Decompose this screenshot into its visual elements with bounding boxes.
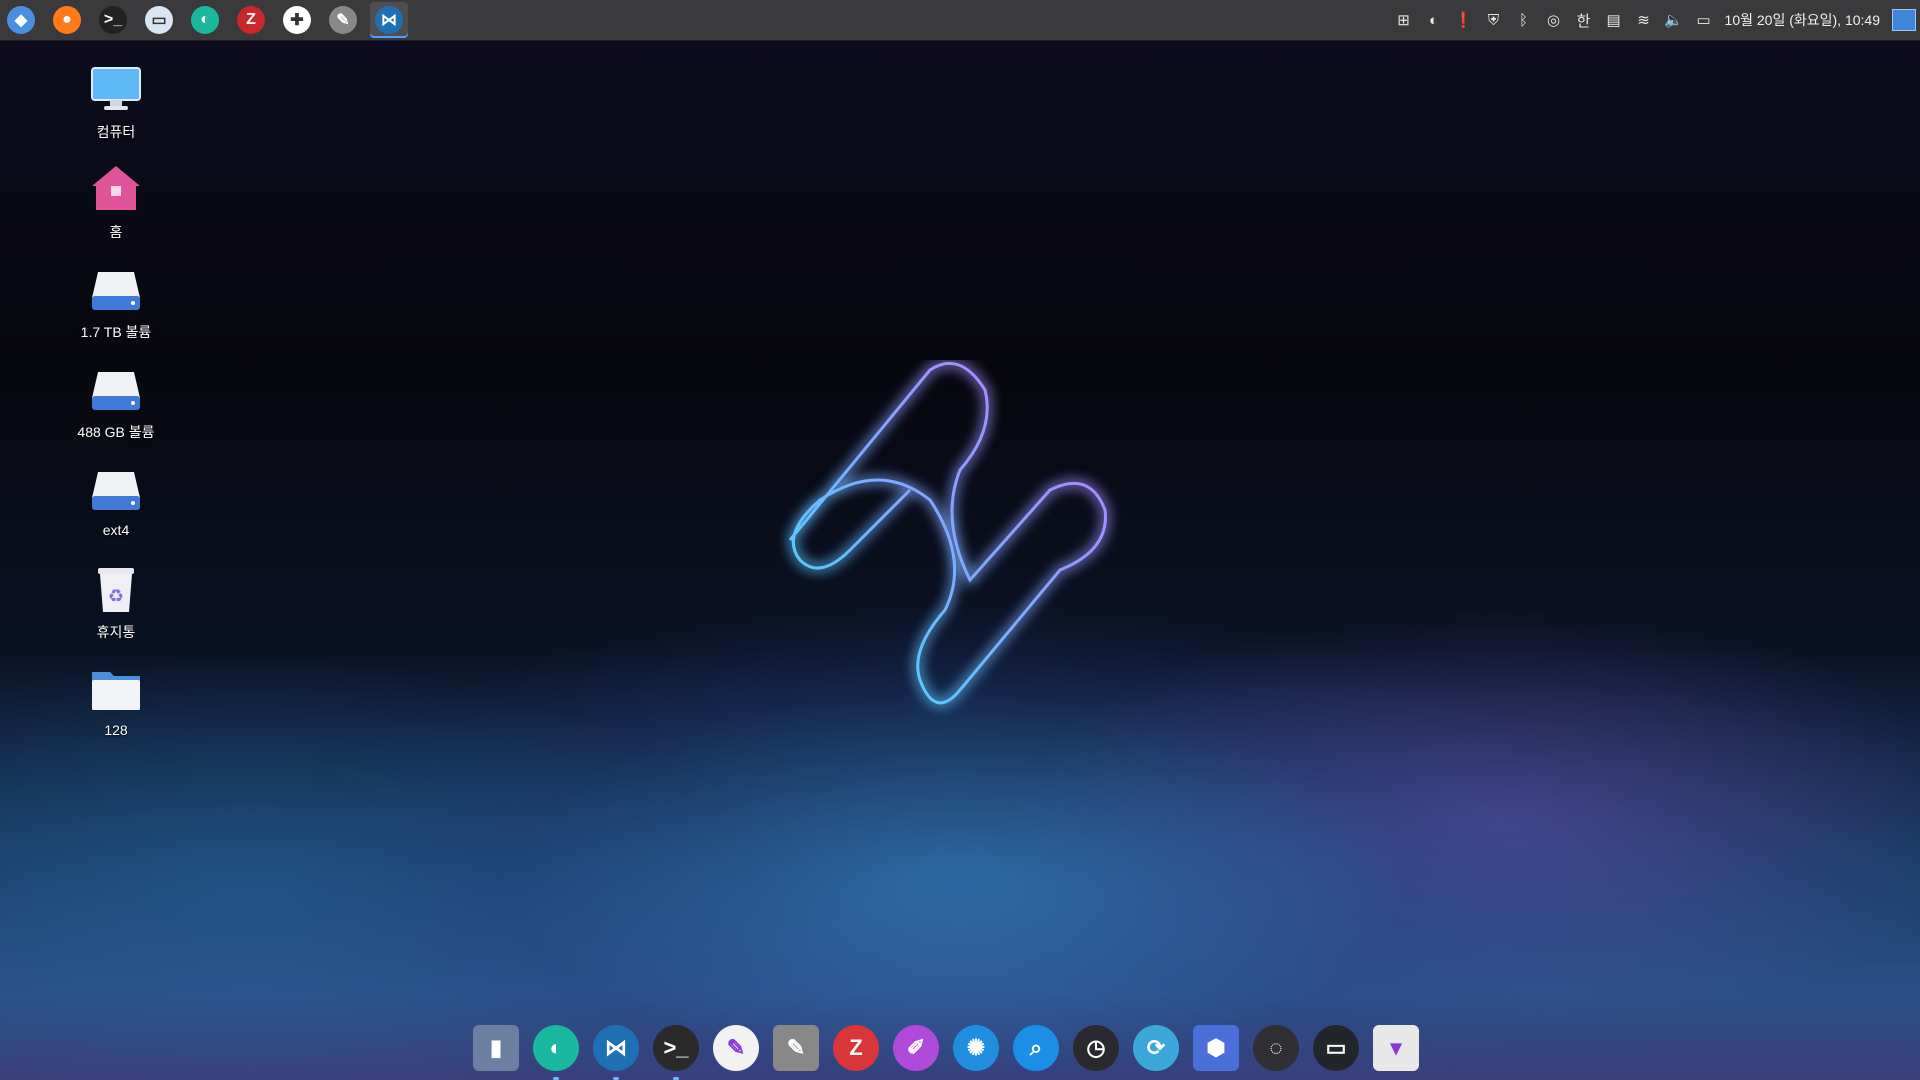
tray-icons: ⊞ ◐ ❗ ⛨ ᛒ ◎ 한 ▤ ≋ 🔈 ▭ — [1385, 9, 1715, 31]
firefox-icon: ● — [53, 6, 81, 34]
terminal-icon: >_ — [99, 6, 127, 34]
tray-icon-3[interactable]: ⛨ — [1483, 9, 1505, 31]
desktop-icon-folder[interactable]: 128 — [66, 662, 166, 738]
system-monitor-icon: ▮ — [473, 1025, 519, 1071]
launcher-files[interactable]: ▭ — [140, 2, 178, 38]
dock-item-paint[interactable]: ✐ — [890, 1022, 942, 1074]
desktop-icon-label: ext4 — [102, 522, 130, 538]
computer-icon — [88, 62, 144, 116]
dock-item-system-monitor[interactable]: ▮ — [470, 1022, 522, 1074]
tray-icon-6[interactable]: 한 — [1573, 9, 1595, 31]
dashboard-icon: ◷ — [1073, 1025, 1119, 1071]
desktop-icon-drive[interactable]: ext4 — [66, 462, 166, 538]
dock-item-naver-whale[interactable]: ◐ — [530, 1022, 582, 1080]
svg-text:♻: ♻ — [108, 586, 124, 606]
desktop-icon-label: 컴퓨터 — [96, 124, 136, 140]
tray-icon-2[interactable]: ❗ — [1453, 9, 1475, 31]
desktop-icon-computer[interactable]: 컴퓨터 — [66, 62, 166, 142]
desktop-icon-drive[interactable]: 1.7 TB 볼륨 — [66, 262, 166, 342]
filezilla-icon: Z — [237, 6, 265, 34]
tray-icon-5[interactable]: ◎ — [1543, 9, 1565, 31]
dock-item-spinner[interactable]: ◌ — [1250, 1022, 1302, 1074]
cubes-icon: ⬢ — [1193, 1025, 1239, 1071]
slack-icon: ✚ — [283, 6, 311, 34]
tray-icon-1[interactable]: ◐ — [1423, 9, 1445, 31]
rainbow-tool-icon: ✎ — [773, 1025, 819, 1071]
desktop-icon-label: 488 GB 볼륨 — [77, 424, 155, 440]
dock-item-filezilla[interactable]: Z — [830, 1022, 882, 1074]
dock-item-rainbow-tool[interactable]: ✎ — [770, 1022, 822, 1074]
launcher-rainbow-tool[interactable]: ✎ — [324, 2, 362, 38]
launcher-vscode[interactable]: ⋈ — [370, 2, 408, 38]
launcher-naver-whale[interactable]: ◐ — [186, 2, 224, 38]
tray-icon-7[interactable]: ▤ — [1603, 9, 1625, 31]
desktop-icon-label: 홈 — [109, 224, 123, 240]
desktop-icon-home[interactable]: 홈 — [66, 162, 166, 242]
window-app-icon: ▭ — [1313, 1025, 1359, 1071]
naver-whale-icon: ◐ — [533, 1025, 579, 1071]
trash-icon: ♻ — [88, 562, 144, 616]
menu-icon: ◆ — [7, 6, 35, 34]
dock-item-tuxedo[interactable]: ▾ — [1370, 1022, 1422, 1074]
dock-item-dashboard[interactable]: ◷ — [1070, 1022, 1122, 1074]
tray-icon-10[interactable]: ▭ — [1693, 9, 1715, 31]
camera-shutter-icon: ✺ — [953, 1025, 999, 1071]
dock-item-search[interactable]: ⌕ — [1010, 1022, 1062, 1074]
wallpaper-logo — [760, 359, 1160, 760]
filezilla-icon: Z — [833, 1025, 879, 1071]
tray-icon-4[interactable]: ᛒ — [1513, 9, 1535, 31]
dock-item-vscode[interactable]: ⋈ — [590, 1022, 642, 1080]
dock-item-window-app[interactable]: ▭ — [1310, 1022, 1362, 1074]
rainbow-tool-icon: ✎ — [329, 6, 357, 34]
system-tray: ⊞ ◐ ❗ ⛨ ᛒ ◎ 한 ▤ ≋ 🔈 ▭ 10월 20일 (화요일), 10:49 — [1385, 0, 1920, 40]
drive-icon — [88, 262, 144, 316]
desktop-icon-label: 128 — [104, 722, 128, 738]
clock[interactable]: 10월 20일 (화요일), 10:49 — [1725, 10, 1880, 30]
dock-item-cubes[interactable]: ⬢ — [1190, 1022, 1242, 1074]
vscode-icon: ⋈ — [593, 1025, 639, 1071]
desktop-icon-label: 1.7 TB 볼륨 — [80, 324, 152, 340]
dock-item-timeshift[interactable]: ⟳ — [1130, 1022, 1182, 1074]
launcher-bar: ◆ ● >_ ▭ ◐ Z ✚ ✎ ⋈ — [2, 2, 416, 38]
tuxedo-icon: ▾ — [1373, 1025, 1419, 1071]
tray-icon-9[interactable]: 🔈 — [1663, 9, 1685, 31]
desktop-icon-label: 휴지통 — [96, 624, 136, 640]
dock-item-terminal[interactable]: >_ — [650, 1022, 702, 1080]
workspace-switcher-icon[interactable] — [1892, 9, 1916, 31]
search-icon: ⌕ — [1013, 1025, 1059, 1071]
launcher-filezilla[interactable]: Z — [232, 2, 270, 38]
top-panel: ◆ ● >_ ▭ ◐ Z ✚ ✎ ⋈ ⊞ ◐ ❗ ⛨ ᛒ ◎ 한 ▤ ≋ 🔈 ▭ 10월 20일 (화요일), 10… — [0, 0, 1920, 41]
spinner-icon: ◌ — [1253, 1025, 1299, 1071]
home-icon — [88, 162, 144, 216]
launcher-firefox[interactable]: ● — [48, 2, 86, 38]
desktop-icon-drive[interactable]: 488 GB 볼륨 — [66, 362, 166, 442]
dock-item-camera-shutter[interactable]: ✺ — [950, 1022, 1002, 1074]
dock: ▮ ◐ ⋈ >_ ✎ ✎ Z ✐ ✺ ⌕ ◷ ⟳ ⬢ ◌ ▭ ▾ — [470, 1018, 1430, 1080]
text-editor-icon: ✎ — [713, 1025, 759, 1071]
tray-icon-0[interactable]: ⊞ — [1393, 9, 1415, 31]
dock-item-text-editor[interactable]: ✎ — [710, 1022, 762, 1074]
desktop-icon-trash[interactable]: ♻ 휴지통 — [66, 562, 166, 642]
folder-icon — [88, 662, 144, 716]
files-icon: ▭ — [145, 6, 173, 34]
drive-icon — [88, 462, 144, 516]
vscode-icon: ⋈ — [375, 6, 403, 34]
tray-icon-8[interactable]: ≋ — [1633, 9, 1655, 31]
launcher-menu[interactable]: ◆ — [2, 2, 40, 38]
launcher-slack[interactable]: ✚ — [278, 2, 316, 38]
paint-icon: ✐ — [893, 1025, 939, 1071]
drive-icon — [88, 362, 144, 416]
launcher-terminal[interactable]: >_ — [94, 2, 132, 38]
terminal-icon: >_ — [653, 1025, 699, 1071]
timeshift-icon: ⟳ — [1133, 1025, 1179, 1071]
naver-whale-icon: ◐ — [191, 6, 219, 34]
